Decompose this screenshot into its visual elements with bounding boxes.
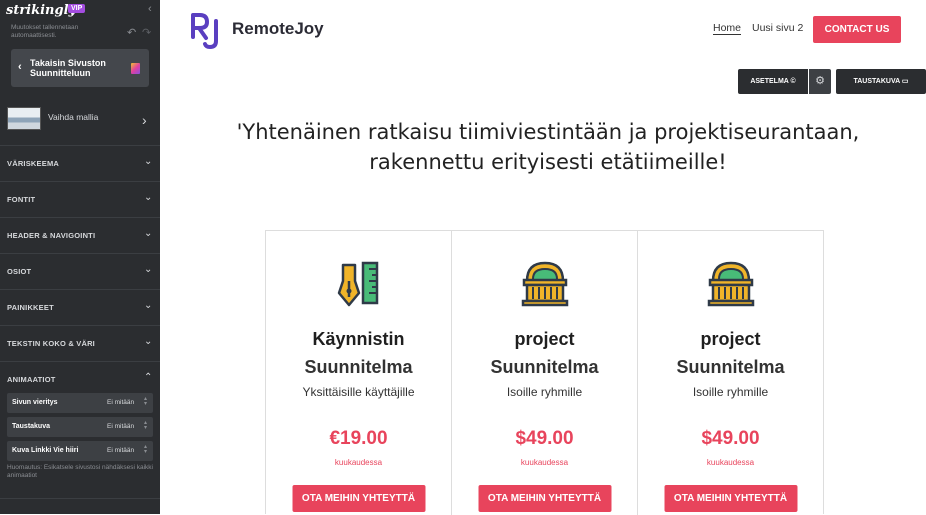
background-image-button[interactable]: TAUSTAKUVA ▭ bbox=[836, 69, 926, 94]
chevron-down-icon: ⌄ bbox=[144, 264, 153, 275]
sidebar-item-label: PAINIKKEET bbox=[7, 303, 54, 312]
animation-setting-value: Ei mitään bbox=[107, 447, 135, 454]
plan-price: €19.00 bbox=[329, 428, 388, 449]
sidebar-item-animations[interactable]: ANIMAATIOT ⌃ bbox=[0, 361, 160, 397]
sidebar-item-label: OSIOT bbox=[7, 267, 32, 276]
sidebar-item-label: HEADER & NAVIGOINTI bbox=[7, 231, 96, 240]
sidebar-item-color-scheme[interactable]: VÄRISKEEMA ⌄ bbox=[0, 145, 160, 181]
plan-tier: Suunnitelma bbox=[490, 357, 599, 377]
sidebar-item-label: TEKSTIN KOKO & VÄRI bbox=[7, 339, 95, 348]
chevron-left-icon: ‹ bbox=[18, 61, 22, 73]
background-image-label: TAUSTAKUVA bbox=[853, 78, 900, 85]
layout-button[interactable]: ASETELMA © bbox=[738, 69, 808, 94]
change-template-row[interactable]: Vaihda mallia › bbox=[7, 107, 157, 133]
plan-tier: Suunnitelma bbox=[304, 357, 413, 377]
pricing-cards: Käynnistin Suunnitelma Yksittäisille käy… bbox=[265, 230, 824, 515]
hero-line-2: rakennettu erityisesti etätiimeille! bbox=[369, 150, 727, 174]
contact-plan-button[interactable]: OTA MEIHIN YHTEYTTÄ bbox=[292, 485, 425, 512]
building-icon bbox=[707, 261, 754, 307]
plan-name: Käynnistin bbox=[312, 329, 405, 349]
plan-price: $49.00 bbox=[701, 428, 760, 449]
template-thumbnail bbox=[7, 107, 41, 130]
back-to-site-design-button[interactable]: ‹ Takaisin Sivuston Suunnitteluun bbox=[11, 49, 149, 87]
divider bbox=[0, 498, 160, 499]
animation-note: Huomautus: Esikatsele sivustosi nähdäkse… bbox=[7, 464, 153, 479]
contact-plan-button[interactable]: OTA MEIHIN YHTEYTTÄ bbox=[664, 485, 797, 512]
editor-sidebar: strikingly VIP ‹ Muutokset tallennetaan … bbox=[0, 0, 160, 514]
sidebar-item-label: VÄRISKEEMA bbox=[7, 159, 60, 168]
plan-period: kuukaudessa bbox=[706, 458, 755, 467]
plan-description: Yksittäisille käyttäjille bbox=[302, 385, 415, 399]
plan-name: project bbox=[514, 329, 575, 349]
chevron-down-icon: ⌄ bbox=[144, 156, 153, 167]
select-arrows-icon: ▴ ▾ bbox=[144, 444, 148, 455]
animation-scroll-select[interactable]: Sivun vieritys Ei mitään ▴ ▾ bbox=[7, 393, 153, 413]
plan-description: Isoille ryhmille bbox=[506, 385, 583, 399]
animation-setting-value: Ei mitään bbox=[107, 399, 135, 406]
sidebar-item-label: ANIMAATIOT bbox=[7, 375, 56, 384]
contact-plan-button[interactable]: OTA MEIHIN YHTEYTTÄ bbox=[478, 485, 611, 512]
chevron-down-icon: ⌄ bbox=[144, 192, 153, 203]
animation-background-select[interactable]: Taustakuva Ei mitään ▴ ▾ bbox=[7, 417, 153, 437]
pricing-card: project Suunnitelma Isoille ryhmille $49… bbox=[638, 231, 823, 515]
undo-icon[interactable]: ↶ bbox=[127, 26, 136, 39]
plan-period: kuukaudessa bbox=[334, 458, 383, 467]
autosave-text: Muutokset tallennetaan automaattisesti. bbox=[11, 24, 79, 39]
animation-setting-value: Ei mitään bbox=[107, 423, 135, 430]
plan-name: project bbox=[700, 329, 761, 349]
pricing-card: Käynnistin Suunnitelma Yksittäisille käy… bbox=[266, 231, 452, 515]
nav-link-home[interactable]: Home bbox=[713, 22, 742, 35]
vip-badge: VIP bbox=[68, 4, 86, 13]
site-logo-text[interactable]: RemoteJoy bbox=[232, 19, 324, 39]
animation-setting-label: Kuva Linkki Vie hiiri bbox=[12, 447, 79, 454]
design-palette-icon bbox=[131, 63, 140, 74]
animation-setting-label: Sivun vieritys bbox=[12, 399, 58, 406]
plan-period: kuukaudessa bbox=[520, 458, 569, 467]
image-icon: ▭ bbox=[901, 78, 909, 85]
strikingly-logo: strikingly bbox=[6, 3, 77, 18]
plan-tier: Suunnitelma bbox=[676, 357, 785, 377]
contact-us-button[interactable]: CONTACT US bbox=[813, 16, 901, 43]
chevron-up-icon: ⌃ bbox=[144, 372, 153, 383]
animation-setting-label: Taustakuva bbox=[12, 423, 50, 430]
select-arrows-icon: ▴ ▾ bbox=[144, 396, 148, 407]
chevron-down-icon: ⌄ bbox=[144, 228, 153, 239]
chevron-down-icon: ⌄ bbox=[144, 336, 153, 347]
sidebar-item-buttons[interactable]: PAINIKKEET ⌄ bbox=[0, 289, 160, 325]
pen-ruler-icon bbox=[337, 261, 378, 307]
remotejoy-logo-icon[interactable] bbox=[190, 11, 224, 49]
building-icon bbox=[521, 261, 568, 307]
select-arrows-icon: ▴ ▾ bbox=[144, 420, 148, 431]
sidebar-item-header-navigation[interactable]: HEADER & NAVIGOINTI ⌄ bbox=[0, 217, 160, 253]
plan-price: $49.00 bbox=[515, 428, 574, 449]
plan-description: Isoille ryhmille bbox=[692, 385, 769, 399]
hero-heading: 'Yhtenäinen ratkaisu tiimiviestintään ja… bbox=[170, 117, 926, 177]
sidebar-item-text-size-color[interactable]: TEKSTIN KOKO & VÄRI ⌄ bbox=[0, 325, 160, 361]
animation-image-hover-select[interactable]: Kuva Linkki Vie hiiri Ei mitään ▴ ▾ bbox=[7, 441, 153, 461]
nav-link-page2[interactable]: Uusi sivu 2 bbox=[752, 22, 803, 34]
hero-line-1: 'Yhtenäinen ratkaisu tiimiviestintään ja… bbox=[236, 120, 860, 144]
sidebar-item-fonts[interactable]: FONTIT ⌄ bbox=[0, 181, 160, 217]
pricing-card: project Suunnitelma Isoille ryhmille $49… bbox=[452, 231, 638, 515]
sidebar-item-label: FONTIT bbox=[7, 195, 36, 204]
redo-icon[interactable]: ↷ bbox=[142, 26, 151, 39]
sidebar-item-sections[interactable]: OSIOT ⌄ bbox=[0, 253, 160, 289]
chevron-right-icon: › bbox=[142, 112, 147, 128]
collapse-sidebar-icon[interactable]: ‹ bbox=[148, 3, 152, 15]
change-template-label: Vaihda mallia bbox=[48, 112, 99, 122]
chevron-down-icon: ⌄ bbox=[144, 300, 153, 311]
gear-icon[interactable]: ⚙ bbox=[809, 69, 831, 94]
